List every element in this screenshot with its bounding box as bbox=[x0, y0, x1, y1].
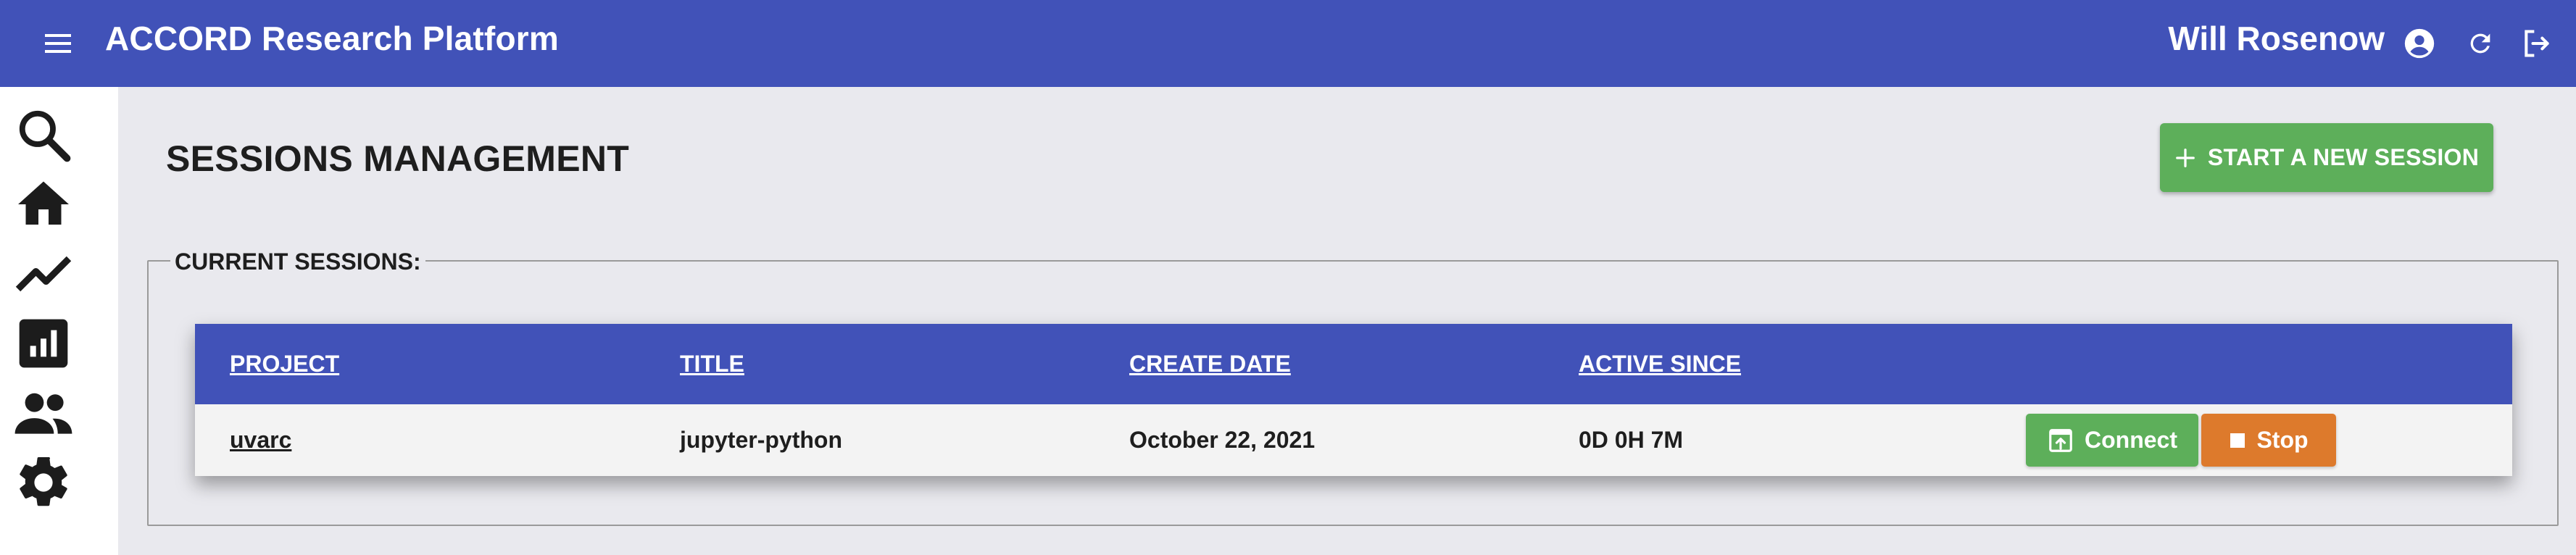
account-circle-icon[interactable] bbox=[2401, 25, 2438, 62]
session-title: jupyter-python bbox=[680, 427, 842, 453]
column-header-active-since[interactable]: ACTIVE SINCE bbox=[1579, 351, 1741, 377]
table-row: uvarc jupyter-python October 22, 2021 0D… bbox=[195, 404, 2512, 476]
app-title[interactable]: ACCORD Research Platform bbox=[105, 19, 559, 58]
menu-icon[interactable] bbox=[41, 26, 75, 61]
start-new-session-label: START A NEW SESSION bbox=[2207, 144, 2480, 170]
connect-label: Connect bbox=[2085, 427, 2177, 453]
home-icon[interactable] bbox=[12, 172, 75, 236]
page-title: SESSIONS MANAGEMENT bbox=[166, 138, 630, 179]
current-sessions-panel: CURRENT SESSIONS: PROJECT TITLE CREATE D… bbox=[147, 249, 2559, 526]
plus-icon bbox=[2175, 148, 2195, 167]
search-icon[interactable] bbox=[12, 103, 75, 167]
stop-label: Stop bbox=[2256, 427, 2309, 453]
stop-icon bbox=[2230, 433, 2245, 448]
analytics-icon[interactable] bbox=[12, 312, 75, 375]
sidebar bbox=[0, 87, 118, 555]
app-bar: ACCORD Research Platform Will Rosenow bbox=[0, 0, 2576, 87]
session-create-date: October 22, 2021 bbox=[1129, 427, 1316, 453]
connect-button[interactable]: Connect bbox=[2026, 414, 2198, 467]
refresh-icon[interactable] bbox=[2461, 25, 2499, 62]
current-sessions-legend: CURRENT SESSIONS: bbox=[170, 249, 425, 275]
logout-icon[interactable] bbox=[2518, 25, 2556, 62]
user-name[interactable]: Will Rosenow bbox=[2168, 19, 2385, 58]
open-in-browser-icon bbox=[2049, 428, 2072, 452]
session-active-since: 0D 0H 7M bbox=[1579, 427, 1684, 453]
trending-icon[interactable] bbox=[12, 242, 75, 306]
column-header-project[interactable]: PROJECT bbox=[230, 351, 339, 377]
main-content: SESSIONS MANAGEMENT START A NEW SESSION … bbox=[118, 87, 2576, 555]
column-header-title[interactable]: TITLE bbox=[680, 351, 744, 377]
column-header-create-date[interactable]: CREATE DATE bbox=[1129, 351, 1291, 377]
table-header: PROJECT TITLE CREATE DATE ACTIVE SINCE bbox=[195, 324, 2512, 404]
stop-button[interactable]: Stop bbox=[2201, 414, 2336, 467]
sessions-table: PROJECT TITLE CREATE DATE ACTIVE SINCE u… bbox=[195, 324, 2512, 476]
people-icon[interactable] bbox=[12, 381, 75, 445]
start-new-session-button[interactable]: START A NEW SESSION bbox=[2160, 123, 2493, 192]
session-project-link[interactable]: uvarc bbox=[230, 427, 291, 454]
settings-icon[interactable] bbox=[12, 451, 75, 514]
